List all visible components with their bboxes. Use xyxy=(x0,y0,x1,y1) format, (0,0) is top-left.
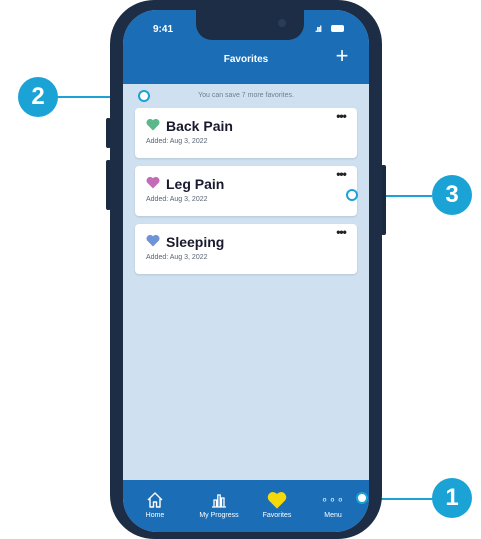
favorite-name: Back Pain xyxy=(166,118,233,134)
phone-notch xyxy=(196,10,304,40)
more-options-button[interactable]: ••• xyxy=(330,225,352,239)
battery-icon xyxy=(331,25,344,32)
callout-3-badge: 3 xyxy=(432,175,472,215)
favorite-card[interactable]: Leg Pain Added: Aug 3, 2022 ••• xyxy=(135,166,357,216)
callout-3-marker xyxy=(346,189,358,201)
bar-chart-icon xyxy=(212,494,226,508)
signal-icon: .ııl xyxy=(315,24,322,34)
app-screen: 9:41 .ııl Favorites + You can save 7 mor… xyxy=(123,10,369,532)
tab-my-progress[interactable]: My Progress xyxy=(187,490,251,519)
more-dots-icon: ∘∘∘ xyxy=(321,494,345,506)
heart-icon xyxy=(146,118,160,131)
heart-icon xyxy=(146,234,160,247)
add-favorite-button[interactable]: + xyxy=(330,44,354,68)
more-options-button[interactable]: ••• xyxy=(330,167,352,181)
favorite-card[interactable]: Back Pain Added: Aug 3, 2022 ••• xyxy=(135,108,357,158)
status-time: 9:41 xyxy=(153,24,174,35)
bottom-tab-bar: Home My Progress Favorites ∘∘∘ Menu xyxy=(123,480,369,532)
app-header: 9:41 .ııl Favorites + xyxy=(123,10,369,84)
callout-2-badge: 2 xyxy=(18,77,58,117)
callout-1-marker xyxy=(356,492,368,504)
heart-icon xyxy=(146,176,160,189)
favorite-added-date: Added: Aug 3, 2022 xyxy=(146,138,208,145)
tab-favorites[interactable]: Favorites xyxy=(247,490,307,519)
tab-label: Favorites xyxy=(262,512,292,519)
tab-home[interactable]: Home xyxy=(125,490,185,519)
more-options-button[interactable]: ••• xyxy=(330,109,352,123)
tab-label: Home xyxy=(145,512,165,519)
tab-menu[interactable]: ∘∘∘ Menu xyxy=(303,490,363,519)
heart-icon xyxy=(267,492,287,509)
home-icon xyxy=(147,492,163,508)
favorite-name: Leg Pain xyxy=(166,176,225,192)
favorite-added-date: Added: Aug 3, 2022 xyxy=(146,196,208,203)
tab-label: My Progress xyxy=(199,512,239,519)
tab-label: Menu xyxy=(324,512,342,519)
camera-icon xyxy=(278,19,286,27)
favorite-name: Sleeping xyxy=(166,234,225,250)
callout-2-marker xyxy=(138,90,150,102)
favorite-card[interactable]: Sleeping Added: Aug 3, 2022 ••• xyxy=(135,224,357,274)
favorite-added-date: Added: Aug 3, 2022 xyxy=(146,254,208,261)
favorites-remaining-text: You can save 7 more favorites. xyxy=(198,92,294,99)
callout-1-badge: 1 xyxy=(432,478,472,518)
